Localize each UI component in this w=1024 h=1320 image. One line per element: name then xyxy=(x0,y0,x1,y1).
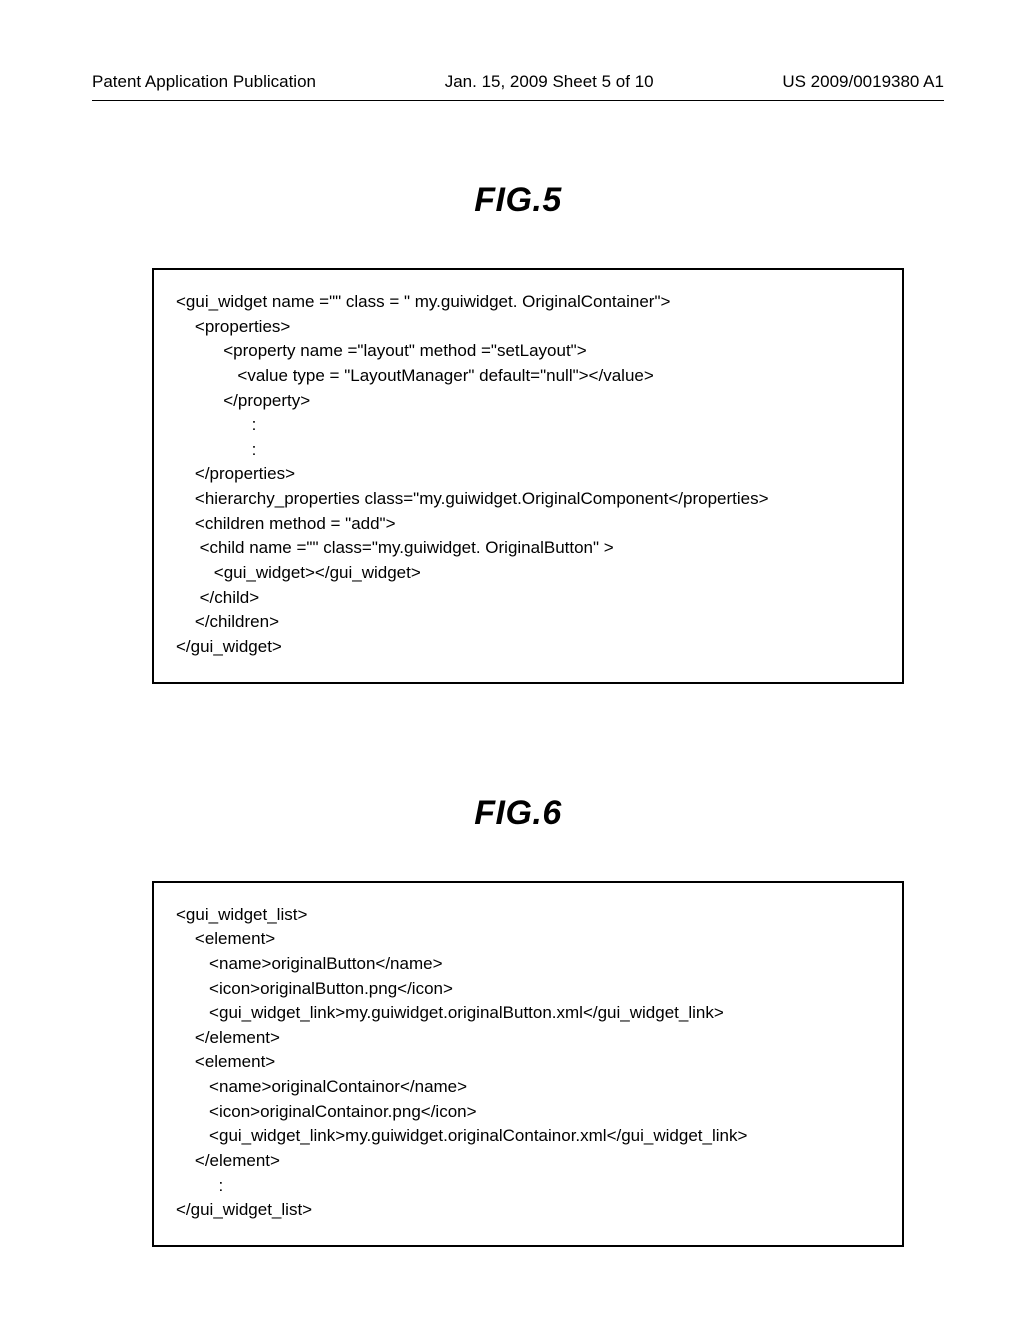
fig6-title: FIG.6 xyxy=(92,794,944,833)
fig5-title: FIG.5 xyxy=(92,181,944,220)
header-right: US 2009/0019380 A1 xyxy=(782,72,944,92)
spacer xyxy=(92,764,944,794)
header-left: Patent Application Publication xyxy=(92,72,316,92)
fig5-code: <gui_widget name ="" class = " my.guiwid… xyxy=(176,290,880,660)
header-mid: Jan. 15, 2009 Sheet 5 of 10 xyxy=(445,72,654,92)
page-header: Patent Application Publication Jan. 15, … xyxy=(92,72,944,101)
fig5-codebox: <gui_widget name ="" class = " my.guiwid… xyxy=(152,268,904,684)
fig6-codebox: <gui_widget_list> <element> <name>origin… xyxy=(152,881,904,1247)
patent-page: Patent Application Publication Jan. 15, … xyxy=(0,0,1024,1320)
fig6-code: <gui_widget_list> <element> <name>origin… xyxy=(176,903,880,1223)
